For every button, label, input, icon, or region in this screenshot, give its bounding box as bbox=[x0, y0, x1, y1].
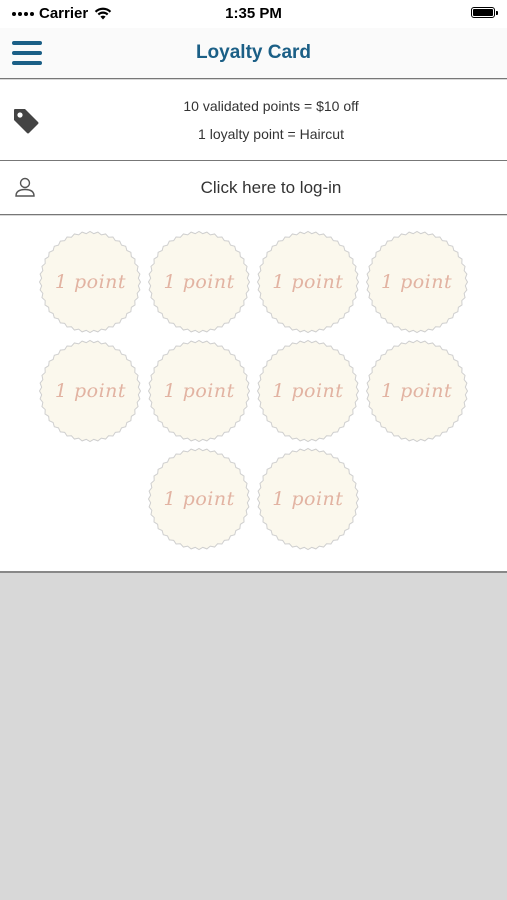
loyalty-stamp: 1 point bbox=[38, 339, 142, 443]
navigation-bar: Loyalty Card bbox=[0, 28, 507, 79]
login-label: Click here to log-in bbox=[200, 178, 342, 197]
offer-line-haircut: 1 loyalty point = Haircut bbox=[198, 125, 344, 142]
stamp-label: 1 point bbox=[272, 271, 344, 293]
loyalty-stamp: 1 point bbox=[147, 447, 251, 551]
stamp-label: 1 point bbox=[54, 379, 127, 402]
loyalty-stamp: 1 point bbox=[147, 339, 251, 443]
status-bar: Carrier 1:35 PM bbox=[0, 0, 507, 28]
stamp-label: 1 point bbox=[272, 379, 344, 402]
offer-line-discount: 10 validated points = $10 off bbox=[183, 97, 359, 114]
loyalty-stamp: 1 point bbox=[365, 339, 469, 443]
battery-icon bbox=[471, 7, 498, 18]
stamp-label: 1 point bbox=[163, 488, 235, 510]
login-row[interactable]: Click here to log-in bbox=[0, 161, 507, 215]
stamp-label: 1 point bbox=[272, 488, 344, 510]
loyalty-stamp: 1 point bbox=[256, 230, 360, 334]
stamp-label: 1 point bbox=[163, 271, 235, 293]
loyalty-stamp: 1 point bbox=[38, 230, 142, 334]
stamp-label: 1 point bbox=[380, 271, 453, 293]
stamp-label: 1 point bbox=[163, 379, 235, 402]
offer-info: 10 validated points = $10 off 1 loyalty … bbox=[0, 79, 507, 161]
user-icon bbox=[15, 177, 35, 197]
loyalty-stamp: 1 point bbox=[365, 230, 469, 334]
stamp-label: 1 point bbox=[380, 379, 453, 402]
loyalty-stamp-grid: 1 point 1 point 1 point 1 point 1 point 1 poi… bbox=[0, 215, 507, 573]
loyalty-stamp: 1 point bbox=[147, 230, 251, 334]
loyalty-stamp: 1 point bbox=[256, 447, 360, 551]
page-title: Loyalty Card bbox=[195, 42, 312, 63]
stamp-label: 1 point bbox=[54, 271, 127, 293]
loyalty-stamp: 1 point bbox=[256, 339, 360, 443]
status-time: 1:35 PM bbox=[225, 5, 282, 22]
